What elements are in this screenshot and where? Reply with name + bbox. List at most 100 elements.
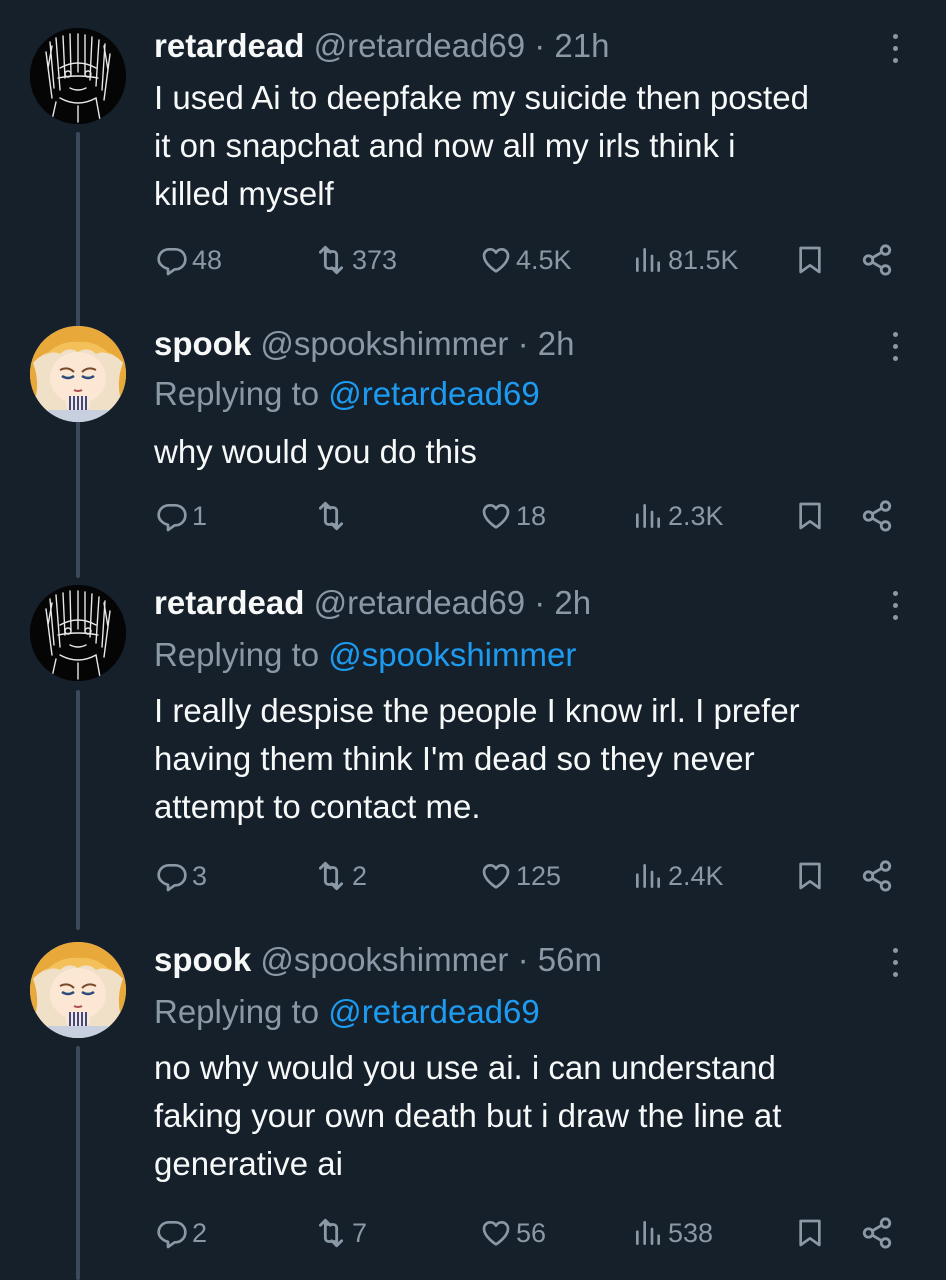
tweet-header: retardead @retardead69 · 21h <box>154 24 609 68</box>
author-name[interactable]: retardead <box>154 27 304 64</box>
share-button[interactable] <box>860 854 894 898</box>
separator-dot: · <box>534 584 546 621</box>
avatar[interactable] <box>30 942 126 1038</box>
like-button[interactable]: 56 <box>480 1211 546 1255</box>
views-count: 2.3K <box>668 500 724 531</box>
reply-count: 2 <box>192 1217 208 1248</box>
views-icon <box>632 244 664 276</box>
like-count: 4.5K <box>516 244 572 275</box>
replying-to-mention[interactable]: @spookshimmer <box>328 636 576 673</box>
reply-icon <box>156 500 188 532</box>
heart-icon <box>480 244 512 276</box>
reply-count: 48 <box>192 244 223 275</box>
reply-icon <box>156 860 188 892</box>
tweet-text-line: generative ai <box>154 1145 343 1182</box>
reply-button[interactable]: 48 <box>156 238 222 282</box>
bookmark-icon <box>794 244 826 276</box>
replying-to: Replying to @retardead69 <box>154 372 540 416</box>
more-icon[interactable] <box>880 28 910 68</box>
tweet-text-line: faking your own death but i draw the lin… <box>154 1097 782 1134</box>
bookmark-icon <box>794 860 826 892</box>
tweet-text-line: no why would you use ai. i can understan… <box>154 1049 776 1086</box>
author-handle[interactable]: @retardead69 <box>314 27 525 64</box>
tweet-header: spook @spookshimmer · 2h <box>154 322 575 366</box>
reply-button[interactable]: 2 <box>156 1211 207 1255</box>
views-button[interactable]: 2.4K <box>632 854 724 898</box>
repost-button[interactable]: 7 <box>314 1211 367 1255</box>
thread-line <box>76 690 80 930</box>
avatar[interactable] <box>30 28 126 124</box>
tweet-text-line: why would you do this <box>154 433 477 470</box>
replying-to-mention[interactable]: @retardead69 <box>328 375 539 412</box>
views-button[interactable]: 2.3K <box>632 494 724 538</box>
tweet-text-line: I used Ai to deepfake my suicide then po… <box>154 79 809 116</box>
action-bar: 48 373 4.5K 81.5K <box>154 238 914 282</box>
repost-button[interactable]: 2 <box>314 854 367 898</box>
reply-count: 3 <box>192 860 208 891</box>
views-icon <box>632 1217 664 1249</box>
reply-button[interactable]: 3 <box>156 854 207 898</box>
views-button[interactable]: 81.5K <box>632 238 739 282</box>
share-icon <box>860 499 894 533</box>
author-handle[interactable]: @spookshimmer <box>260 941 508 978</box>
separator-dot: · <box>534 27 546 64</box>
more-icon[interactable] <box>880 942 910 982</box>
tweet-text-line: it on snapchat and now all my irls think… <box>154 127 736 164</box>
timestamp[interactable]: 2h <box>538 325 575 362</box>
heart-icon <box>480 1217 512 1249</box>
like-button[interactable]: 18 <box>480 494 546 538</box>
share-icon <box>860 859 894 893</box>
share-icon <box>860 243 894 277</box>
repost-button[interactable]: 373 <box>314 238 397 282</box>
action-bar: 2 7 56 538 <box>154 1211 914 1255</box>
replying-to-mention[interactable]: @retardead69 <box>328 993 539 1030</box>
share-button[interactable] <box>860 238 894 282</box>
share-button[interactable] <box>860 1211 894 1255</box>
replying-to-label: Replying to <box>154 375 329 412</box>
bookmark-button[interactable] <box>794 238 826 282</box>
repost-count: 373 <box>352 244 398 275</box>
reply-icon <box>156 1217 188 1249</box>
heart-icon <box>480 500 512 532</box>
like-count: 18 <box>516 500 547 531</box>
avatar[interactable] <box>30 326 126 422</box>
repost-button[interactable] <box>314 494 352 538</box>
views-count: 538 <box>668 1217 714 1248</box>
repost-icon <box>314 859 348 893</box>
reply-button[interactable]: 1 <box>156 494 207 538</box>
tweet-text-line: killed myself <box>154 175 334 212</box>
timestamp[interactable]: 2h <box>554 584 591 621</box>
tweet-header: retardead @retardead69 · 2h <box>154 581 591 625</box>
author-name[interactable]: spook <box>154 325 251 362</box>
reply-count: 1 <box>192 500 208 531</box>
replying-to-label: Replying to <box>154 993 329 1030</box>
repost-count: 7 <box>352 1217 368 1248</box>
author-name[interactable]: retardead <box>154 584 304 621</box>
share-button[interactable] <box>860 494 894 538</box>
repost-icon <box>314 243 348 277</box>
timestamp[interactable]: 21h <box>554 27 609 64</box>
more-icon[interactable] <box>880 326 910 366</box>
bookmark-button[interactable] <box>794 854 826 898</box>
author-name[interactable]: spook <box>154 941 251 978</box>
author-handle[interactable]: @retardead69 <box>314 584 525 621</box>
views-button[interactable]: 538 <box>632 1211 713 1255</box>
views-count: 2.4K <box>668 860 724 891</box>
separator-dot: · <box>517 941 529 978</box>
tweet-text-line: having them think I'm dead so they never <box>154 740 755 777</box>
more-icon[interactable] <box>880 585 910 625</box>
avatar[interactable] <box>30 585 126 681</box>
tweet-header: spook @spookshimmer · 56m <box>154 938 602 982</box>
replying-to: Replying to @retardead69 <box>154 990 540 1034</box>
bookmark-button[interactable] <box>794 1211 826 1255</box>
tweet-text: I used Ai to deepfake my suicide then po… <box>154 74 914 218</box>
bookmark-button[interactable] <box>794 494 826 538</box>
like-button[interactable]: 125 <box>480 854 561 898</box>
replying-to-label: Replying to <box>154 636 329 673</box>
timestamp[interactable]: 56m <box>538 941 602 978</box>
author-handle[interactable]: @spookshimmer <box>260 325 508 362</box>
like-count: 125 <box>516 860 562 891</box>
thread-line <box>76 1046 80 1280</box>
like-button[interactable]: 4.5K <box>480 238 572 282</box>
share-icon <box>860 1216 894 1250</box>
